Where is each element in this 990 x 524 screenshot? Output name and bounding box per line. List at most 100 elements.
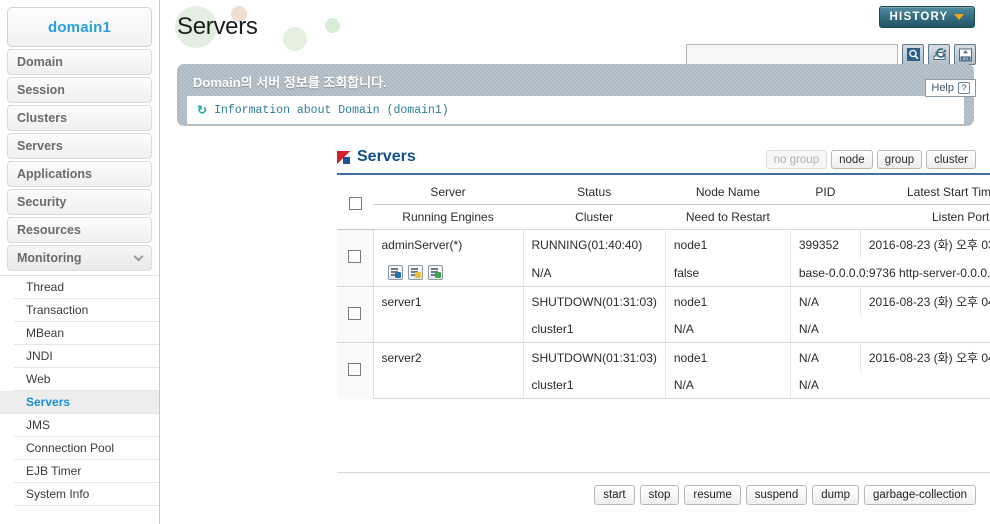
cell-listen-ports: N/A xyxy=(790,372,990,399)
group-button-no-group[interactable]: no group xyxy=(765,150,828,169)
sidebar-item-monitoring[interactable]: Monitoring xyxy=(7,245,152,271)
table-row-detail: cluster1 N/A N/A xyxy=(337,316,990,343)
row-select-cell xyxy=(337,229,374,287)
sidebar-item-transaction[interactable]: Transaction xyxy=(14,299,159,322)
info-banner-title: Domain의 서버 정보를 조회합니다. xyxy=(193,75,387,90)
engine-icon-yellow[interactable] xyxy=(407,265,423,280)
sidebar-domain-title[interactable]: domain1 xyxy=(7,7,152,47)
sidebar-item-servers[interactable]: Servers xyxy=(7,133,152,159)
sidebar-item-label: Servers xyxy=(17,139,63,153)
sidebar-item-security[interactable]: Security xyxy=(7,189,152,215)
cell-latest-time: 2016-08-23 (화) 오후 04:03:05 KST xyxy=(860,342,990,372)
sidebar-item-ejb-timer[interactable]: EJB Timer xyxy=(14,460,159,483)
sidebar-item-label: JMS xyxy=(26,418,50,432)
cell-latest-time: 2016-08-23 (화) 오후 04:03:05 KST xyxy=(860,286,990,316)
info-banner-body: ↻ Information about Domain (domain1) xyxy=(187,96,964,124)
sidebar-item-monitoring-servers[interactable]: Servers xyxy=(0,391,159,414)
cell-need-restart: N/A xyxy=(665,372,791,399)
column-header-running-engines[interactable]: Running Engines xyxy=(373,205,523,230)
refresh-icon[interactable]: ↻ xyxy=(197,103,207,118)
search-input[interactable] xyxy=(686,44,898,65)
history-label: HISTORY xyxy=(889,11,949,23)
bottom-divider xyxy=(337,472,990,473)
group-filter-buttons: no group node group cluster xyxy=(765,150,976,169)
column-header-cluster[interactable]: Cluster xyxy=(523,205,665,230)
cell-server: server2 xyxy=(373,342,524,372)
sidebar-item-jndi[interactable]: JNDI xyxy=(14,345,159,368)
section-title: Servers xyxy=(357,148,416,165)
deco-circle-green-medium xyxy=(283,27,307,51)
dump-button[interactable]: dump xyxy=(812,485,860,505)
cell-listen-ports: base-0.0.0.0:9736 http-server-0.0.0.0:80… xyxy=(790,259,990,287)
sidebar-item-mbean[interactable]: MBean xyxy=(14,322,159,345)
section-divider xyxy=(337,173,990,175)
history-button[interactable]: HISTORY xyxy=(879,6,975,28)
start-button[interactable]: start xyxy=(594,485,635,505)
sidebar-item-thread[interactable]: Thread xyxy=(14,276,159,299)
sidebar-item-label: Web xyxy=(26,372,51,386)
cell-running-engines xyxy=(373,259,524,287)
help-button[interactable]: Help ? xyxy=(925,79,976,97)
group-button-label: group xyxy=(884,153,915,166)
sidebar-item-label: System Info xyxy=(26,487,90,501)
refresh-export-icon[interactable] xyxy=(928,44,950,65)
column-header-status[interactable]: Status xyxy=(523,180,666,205)
search-row: XML xyxy=(686,44,976,65)
cell-status: SHUTDOWN(01:31:03) xyxy=(523,286,666,316)
sidebar-item-jms[interactable]: JMS xyxy=(14,414,159,437)
servers-section-icon xyxy=(337,150,350,164)
sidebar-item-resources[interactable]: Resources xyxy=(7,217,152,243)
action-button-label: resume xyxy=(693,489,732,501)
sidebar-item-system-info[interactable]: System Info xyxy=(14,483,159,506)
sidebar-item-domain[interactable]: Domain xyxy=(7,49,152,75)
group-button-label: no group xyxy=(773,153,820,166)
page-title: Servers xyxy=(177,13,258,40)
column-header-node-name[interactable]: Node Name xyxy=(665,180,791,205)
sidebar-item-label: Clusters xyxy=(17,111,68,125)
column-header-server[interactable]: Server xyxy=(373,180,523,205)
group-button-cluster[interactable]: cluster xyxy=(926,150,976,169)
cell-cluster: N/A xyxy=(523,259,666,287)
resume-button[interactable]: resume xyxy=(684,485,741,505)
sidebar-item-label: Applications xyxy=(17,167,93,181)
cell-need-restart: N/A xyxy=(665,316,791,343)
sidebar-item-label: EJB Timer xyxy=(26,464,82,478)
group-button-group[interactable]: group xyxy=(876,150,923,169)
sidebar-item-connection-pool[interactable]: Connection Pool xyxy=(14,437,159,460)
select-all-cell xyxy=(337,180,373,230)
table-row[interactable]: adminServer(*) RUNNING(01:40:40) node1 3… xyxy=(337,229,990,287)
row-checkbox[interactable] xyxy=(348,250,362,263)
sidebar-item-applications[interactable]: Applications xyxy=(7,161,152,187)
sidebar-item-label: JNDI xyxy=(26,349,53,363)
table-row[interactable]: server2 SHUTDOWN(01:31:03) node1 N/A 201… xyxy=(337,342,990,399)
cell-running-engines xyxy=(373,372,524,399)
table-header-row-primary: Server Status Node Name PID Latest Start… xyxy=(337,180,990,230)
row-checkbox[interactable] xyxy=(348,362,362,376)
xml-export-icon[interactable]: XML xyxy=(954,44,976,65)
suspend-button[interactable]: suspend xyxy=(745,485,808,505)
group-button-node[interactable]: node xyxy=(831,150,873,169)
cell-pid: 399352 xyxy=(790,229,861,259)
search-icon[interactable] xyxy=(902,44,924,65)
sidebar-item-web[interactable]: Web xyxy=(14,368,159,391)
sidebar-item-label: MBean xyxy=(26,326,65,340)
engine-icon-green[interactable] xyxy=(427,265,443,280)
sidebar-item-session[interactable]: Session xyxy=(7,77,152,103)
table-row-detail: cluster1 N/A N/A xyxy=(337,372,990,399)
sidebar-item-clusters[interactable]: Clusters xyxy=(7,105,152,131)
column-header-latest-time[interactable]: Latest Start Time / Shutdown Time xyxy=(860,180,990,205)
select-all-checkbox[interactable] xyxy=(348,196,362,210)
column-header-listen-ports[interactable]: Listen Ports xyxy=(790,205,990,230)
column-header-need-restart[interactable]: Need to Restart xyxy=(665,205,790,230)
cell-latest-time: 2016-08-23 (화) 오후 03:53:28 KST xyxy=(860,229,990,259)
column-header-pid[interactable]: PID xyxy=(790,180,861,205)
table-row-detail: N/A false base-0.0.0.0:9736 http-server-… xyxy=(337,259,990,287)
sidebar-item-label: Session xyxy=(17,83,65,97)
sidebar: domain1 Domain Session Clusters Servers … xyxy=(0,0,160,524)
garbage-collection-button[interactable]: garbage-collection xyxy=(864,485,976,505)
stop-button[interactable]: stop xyxy=(639,485,680,505)
engine-icon-blue[interactable] xyxy=(387,265,403,280)
engines-list xyxy=(382,265,515,280)
table-row[interactable]: server1 SHUTDOWN(01:31:03) node1 N/A 201… xyxy=(337,286,990,343)
row-checkbox[interactable] xyxy=(348,306,362,320)
